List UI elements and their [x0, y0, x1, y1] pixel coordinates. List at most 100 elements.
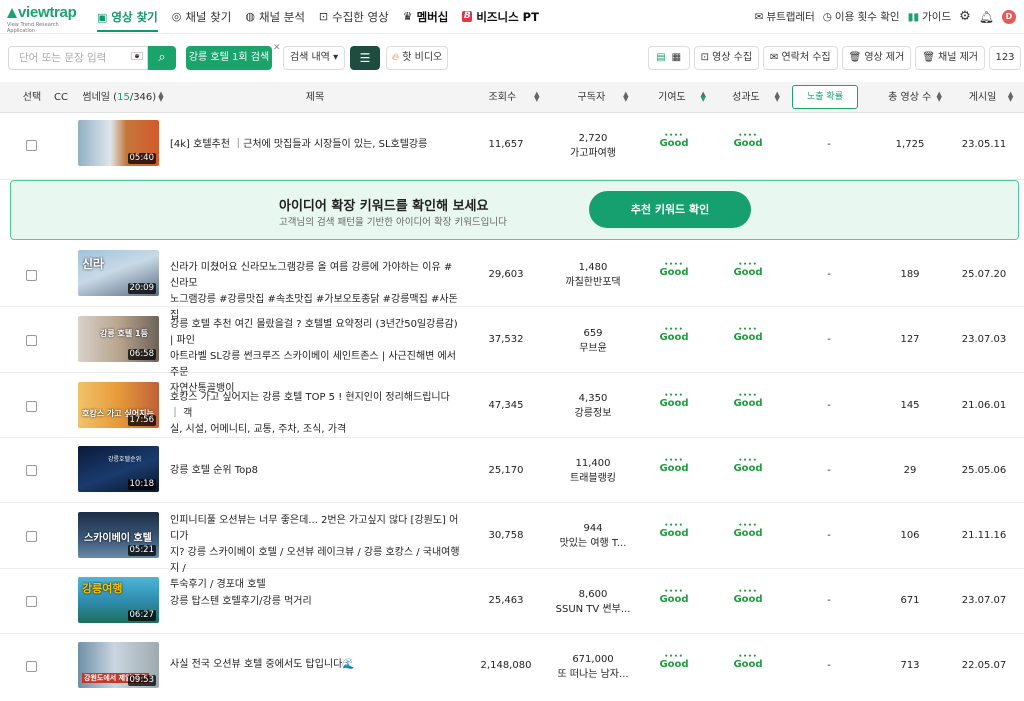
channel-name[interactable]: 강릉정보	[543, 406, 643, 421]
col-date[interactable]: 게시일 ▲ ▼	[962, 82, 1020, 113]
col-contribution[interactable]: 기여도 ▲ ▼	[653, 82, 711, 113]
sort-icon[interactable]: ▲ ▼	[700, 91, 705, 103]
search-input[interactable]: 단어 또는 문장 입력	[8, 46, 148, 70]
subscriber-count: 11,400	[575, 458, 611, 469]
collected-icon: ⊡	[318, 10, 329, 23]
row-checkbox[interactable]	[26, 596, 37, 607]
col-performance[interactable]: 성과도 ▲ ▼	[727, 82, 785, 113]
gear-icon[interactable]: ⚙	[959, 9, 971, 24]
sort-icon[interactable]: ▲ ▼	[158, 91, 163, 103]
col-total-videos[interactable]: 총 영상 수 ▲ ▼	[880, 82, 950, 113]
close-icon[interactable]: ✕	[273, 43, 281, 53]
table-row[interactable]: 05:40 [4k] 호텔추천 ｜근처에 맛집들과 시장들이 있는, SL호텔강…	[0, 114, 1024, 180]
toolbar-actions: ▤ ▦ ⊡ 영상 수집 ✉ 연락처 수집 🗑︎ 영상 제거 🗑︎ 채널 제거 123	[647, 46, 1021, 70]
table-row[interactable]: 강릉호텔순위 10:18 강릉 호텔 순위 Top8 25,170 11,400 트…	[0, 438, 1024, 503]
table-row[interactable]: 신라 20:09 신라가 미쳤어요 신라모노그램강릉 올 여름 강릉에 가야하는 …	[0, 243, 1024, 321]
contribution-label: Good	[659, 463, 689, 474]
remove-video-button[interactable]: 🗑︎ 영상 제거	[841, 46, 912, 70]
row-checkbox[interactable]	[26, 465, 37, 476]
guide-link[interactable]: ▮▮ 가이드	[908, 9, 952, 24]
table-row[interactable]: 스카이베이 호텔 05:21 인피니티풀 오션뷰는 너무 좋은데... 2번은 가…	[0, 503, 1024, 590]
col-thumb[interactable]: 썸네일 (15/346) ▲ ▼	[78, 82, 168, 113]
usage-link[interactable]: ◷ 이용 횟수 확인	[823, 9, 900, 24]
row-checkbox[interactable]	[26, 270, 37, 281]
performance-label: Good	[733, 528, 763, 539]
video-duration: 06:58	[127, 349, 156, 360]
col-views[interactable]: 조회수 ▲ ▼	[478, 82, 550, 113]
nav-membership[interactable]: ♛ 멤버십	[403, 0, 449, 33]
row-checkbox[interactable]	[26, 335, 37, 346]
contribution-label: Good	[659, 528, 689, 539]
subscriber-cell: 944 맛있는 여행 T...	[543, 521, 643, 551]
filter-button[interactable]: ☰	[350, 46, 380, 70]
channel-name[interactable]: 무브윤	[543, 341, 643, 356]
video-title[interactable]: 사실 전국 오션뷰 호텔 중에서도 탑입니다🌊	[170, 657, 460, 673]
publish-date: 21.06.01	[961, 400, 1007, 411]
search-history-dropdown[interactable]: 검색 내역 ▾	[283, 46, 345, 70]
contribution-badge: •••• Good	[654, 262, 694, 279]
page-size-button[interactable]: 123	[989, 46, 1021, 70]
video-thumbnail[interactable]: 스카이베이 호텔 05:21	[78, 512, 159, 558]
logo[interactable]: viewtrap View Trend Research Application	[7, 5, 87, 34]
channel-name[interactable]: 또 떠나는 남자...	[543, 667, 643, 682]
nav-collected[interactable]: ⊡ 수집한 영상	[319, 0, 389, 33]
crown-icon: ♛	[402, 10, 413, 23]
remove-channel-button[interactable]: 🗑︎ 채널 제거	[915, 46, 985, 70]
collect-video-button[interactable]: ⊡ 영상 수집	[693, 46, 760, 70]
table-row[interactable]: 강릉 호텔 1등 06:58 강릉 호텔 추천 여긴 몰랐을걸 ? 호텔별 요약정…	[0, 307, 1024, 394]
channel-name[interactable]: 맛있는 여행 T...	[543, 536, 643, 551]
nav-channel-search[interactable]: ◎ 채널 찾기	[172, 0, 232, 33]
row-checkbox[interactable]	[26, 140, 37, 151]
video-title[interactable]: 호캉스 가고 싶어지는 강릉 호텔 TOP 5 ! 현지인이 정리해드립니다 ｜…	[170, 390, 460, 438]
bell-icon[interactable]: 🔔︎	[979, 10, 994, 24]
row-checkbox[interactable]	[26, 531, 37, 542]
nav-channel-analysis[interactable]: ◍ 채널 분석	[245, 0, 305, 33]
channel-name[interactable]: 트래블랭킹	[543, 471, 643, 486]
contribution-label: Good	[659, 138, 689, 149]
video-thumbnail[interactable]: 강릉호텔순위 10:18	[78, 446, 159, 492]
newsletter-link[interactable]: ✉ 뷰트랩레터	[755, 9, 815, 24]
table-row[interactable]: 호캉스 가고 싶어지는 17:56 호캉스 가고 싶어지는 강릉 호텔 TOP 5…	[0, 373, 1024, 438]
search-tag-chip[interactable]: 강릉 호텔 1회 검색	[186, 46, 272, 70]
channel-name[interactable]: 가고파여행	[543, 146, 643, 161]
sort-icon[interactable]: ▲ ▼	[534, 91, 539, 103]
thumbnail-text: 강릉 호텔 1등	[100, 329, 148, 338]
nav-video-search[interactable]: ▣ 영상 찾기	[97, 4, 158, 32]
video-title[interactable]: 강릉 호텔 순위 Top8	[170, 463, 460, 479]
recommend-keyword-button[interactable]: 추천 키워드 확인	[589, 191, 751, 228]
video-thumbnail[interactable]: 05:40	[78, 120, 159, 166]
search-button[interactable]: ⌕	[148, 46, 176, 70]
subscriber-cell: 671,000 또 떠나는 남자...	[543, 652, 643, 682]
video-title[interactable]: [4k] 호텔추천 ｜근처에 맛집들과 시장들이 있는, SL호텔강릉	[170, 137, 460, 153]
sort-icon[interactable]: ▲ ▼	[1008, 91, 1013, 103]
video-title[interactable]: 강릉 탑스텐 호텔후기/강릉 먹거리	[170, 594, 460, 610]
sort-icon[interactable]: ▲ ▼	[623, 91, 628, 103]
exposure-probability-button[interactable]: 노출 확률	[792, 85, 858, 109]
video-thumbnail[interactable]: 호캉스 가고 싶어지는 17:56	[78, 382, 159, 428]
video-thumbnail[interactable]: 강릉 호텔 1등 06:58	[78, 316, 159, 362]
sort-icon[interactable]: ▲ ▼	[774, 91, 779, 103]
exposure-value: -	[827, 269, 831, 280]
video-thumbnail[interactable]: 신라 20:09	[78, 250, 159, 296]
nav-business[interactable]: B 비즈니스 PT	[462, 0, 539, 33]
table-view-icon[interactable]: ▤	[656, 47, 665, 69]
col-cc: CC	[54, 92, 68, 103]
video-thumbnail[interactable]: 강원도에서 제일 좋은 09:53	[78, 642, 159, 688]
channel-name[interactable]: 까칠한반포댁	[543, 275, 643, 290]
row-checkbox[interactable]	[26, 401, 37, 412]
date-label: 게시일	[968, 92, 997, 103]
hot-video-button[interactable]: 🔥︎ 핫 비디오	[386, 46, 448, 70]
channel-name[interactable]: SSUN TV 썬부...	[543, 602, 643, 617]
table-row[interactable]: 강릉여행 06:27 강릉 탑스텐 호텔후기/강릉 먹거리 25,463 8,60…	[0, 569, 1024, 634]
row-checkbox[interactable]	[26, 661, 37, 672]
collect-contact-button[interactable]: ✉ 연락처 수집	[763, 46, 838, 70]
view-toggle[interactable]: ▤ ▦	[647, 46, 690, 70]
korea-flag-icon[interactable]	[131, 52, 143, 60]
views-count: 11,657	[488, 139, 524, 150]
col-subs[interactable]: 구독자 ▲ ▼	[570, 82, 636, 113]
avatar[interactable]: D	[1002, 9, 1016, 24]
table-row[interactable]: 강원도에서 제일 좋은 09:53 사실 전국 오션뷰 호텔 중에서도 탑입니다🌊…	[0, 634, 1024, 701]
grid-view-icon[interactable]: ▦	[672, 47, 681, 69]
sort-icon[interactable]: ▲ ▼	[936, 91, 941, 103]
video-thumbnail[interactable]: 강릉여행 06:27	[78, 577, 159, 623]
